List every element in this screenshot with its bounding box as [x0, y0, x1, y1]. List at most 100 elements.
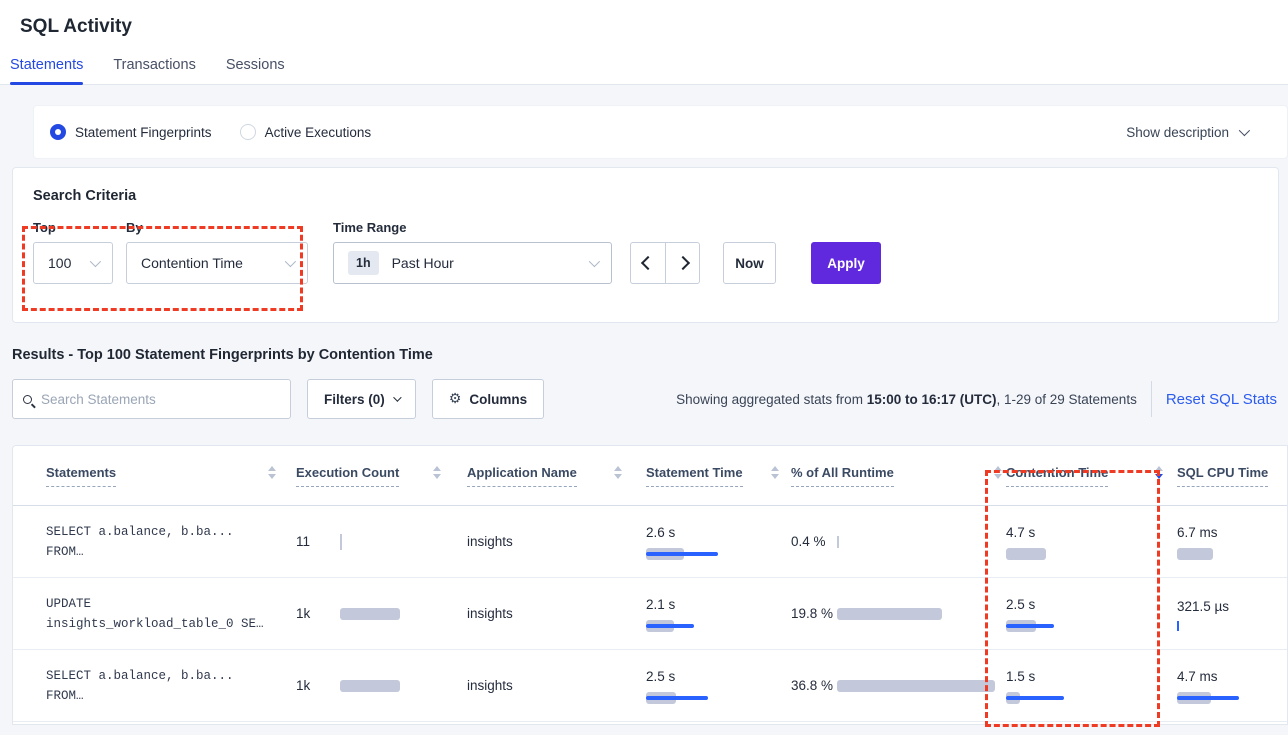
contention-time-cell: 4.7 s — [1006, 524, 1177, 560]
sort-icon — [614, 466, 622, 479]
table-header-row: Statements Execution Count Application N… — [13, 446, 1287, 506]
execution-count-cell: 1k — [296, 677, 467, 694]
gear-icon: ⚙ — [449, 392, 462, 406]
tab-transactions[interactable]: Transactions — [113, 57, 195, 84]
bar — [1177, 692, 1287, 704]
filters-label: Filters (0) — [324, 392, 385, 407]
results-toolbar: Filters (0) ⚙ Columns Showing aggregated… — [12, 379, 1277, 419]
now-button[interactable]: Now — [723, 242, 776, 284]
table-row: UPDATE insights_workload_table_0 SE… 1k … — [13, 578, 1287, 650]
by-select-value: Contention Time — [141, 255, 243, 271]
sql-cpu-time-cell: 6.7 ms — [1177, 524, 1287, 560]
bar — [837, 608, 942, 620]
bar — [646, 548, 779, 560]
filters-button[interactable]: Filters (0) — [307, 379, 416, 419]
apply-button[interactable]: Apply — [811, 242, 881, 284]
columns-button[interactable]: ⚙ Columns — [432, 379, 544, 419]
bar — [1177, 621, 1179, 631]
bar — [340, 608, 400, 620]
top-select-value: 100 — [48, 255, 71, 271]
columns-label: Columns — [469, 392, 527, 407]
application-name-cell: insights — [467, 605, 646, 623]
column-header-application-name[interactable]: Application Name — [467, 446, 646, 505]
contention-time-cell: 1.5 s — [1006, 668, 1177, 704]
sql-cpu-time-cell: 321.5 µs — [1177, 597, 1287, 631]
bar — [1006, 548, 1163, 560]
statement-cell[interactable]: UPDATE insights_workload_table_0 SE… — [13, 594, 296, 634]
chevron-left-icon — [641, 256, 655, 270]
statement-time-cell: 2.1 s — [646, 596, 791, 632]
stats-range: 15:00 to 16:17 (UTC) — [867, 392, 997, 407]
search-criteria-card: Search Criteria Top 100 By Contention Ti… — [12, 167, 1279, 323]
chevron-down-icon — [589, 256, 600, 267]
tab-sessions[interactable]: Sessions — [226, 57, 285, 84]
bar — [1006, 692, 1163, 704]
view-mode-card: Statement Fingerprints Active Executions… — [33, 105, 1288, 159]
bar — [646, 692, 779, 704]
statement-cell[interactable]: SELECT a.balance, b.ba... FROM… — [13, 666, 296, 706]
search-criteria-controls: Top 100 By Contention Time Time Range 1h… — [33, 220, 1258, 284]
bar — [1006, 620, 1163, 632]
sort-icon — [771, 466, 779, 479]
time-next-button[interactable] — [665, 242, 700, 284]
top-label: Top — [33, 220, 113, 236]
chevron-right-icon — [675, 256, 689, 270]
stats-prefix: Showing aggregated stats from — [676, 392, 867, 407]
stats-suffix: , 1-29 of 29 Statements — [996, 392, 1136, 407]
radio-active-executions[interactable]: Active Executions — [240, 124, 372, 140]
table-row: SELECT a.balance, b.ba... FROM… 1k insig… — [13, 650, 1287, 722]
column-header-execution-count[interactable]: Execution Count — [296, 446, 467, 505]
by-select[interactable]: Contention Time — [126, 242, 308, 284]
execution-count-cell: 1k — [296, 605, 467, 622]
statement-time-cell: 2.5 s — [646, 668, 791, 704]
bar — [340, 680, 400, 692]
column-header-statements[interactable]: Statements — [13, 446, 296, 505]
search-criteria-heading: Search Criteria — [33, 188, 1258, 204]
sort-icon — [433, 466, 441, 479]
results-heading: Results - Top 100 Statement Fingerprints… — [12, 347, 1288, 363]
radio-unselected-icon — [240, 124, 256, 140]
application-name-cell: insights — [467, 533, 646, 551]
time-range-label: Time Range — [333, 220, 612, 236]
search-input[interactable] — [41, 392, 280, 407]
chevron-down-icon — [285, 256, 296, 267]
time-prev-button[interactable] — [630, 242, 665, 284]
column-header-sql-cpu-time[interactable]: SQL CPU Time — [1177, 446, 1287, 505]
page-header: SQL Activity — [0, 0, 1288, 48]
time-range-select[interactable]: 1h Past Hour — [333, 242, 612, 284]
statement-cell[interactable]: SELECT a.balance, b.ba... FROM… — [13, 522, 296, 562]
radio-label: Statement Fingerprints — [75, 125, 212, 140]
radio-statement-fingerprints[interactable]: Statement Fingerprints — [50, 124, 212, 140]
time-nav-group — [630, 242, 700, 284]
time-range-value: Past Hour — [392, 255, 454, 271]
time-range-field: Time Range 1h Past Hour — [333, 220, 612, 284]
bar — [837, 680, 995, 692]
tab-statements[interactable]: Statements — [10, 57, 83, 84]
search-icon — [23, 395, 32, 404]
statements-table: Statements Execution Count Application N… — [12, 445, 1288, 725]
sort-icon — [268, 466, 276, 479]
by-label: By — [126, 220, 320, 236]
vertical-divider — [1151, 381, 1152, 417]
column-header-contention-time[interactable]: Contention Time — [1006, 446, 1177, 505]
column-header-statement-time[interactable]: Statement Time — [646, 446, 791, 505]
application-name-cell: insights — [467, 677, 646, 695]
sort-desc-icon — [1155, 466, 1163, 479]
pct-runtime-cell: 19.8 % — [791, 604, 1006, 623]
top-select[interactable]: 100 — [33, 242, 113, 284]
radio-label: Active Executions — [265, 125, 372, 140]
time-range-badge: 1h — [348, 251, 379, 275]
top-field: Top 100 — [33, 220, 113, 284]
tab-bar: Statements Transactions Sessions — [0, 48, 1288, 85]
statement-search — [12, 379, 291, 419]
chevron-down-icon — [393, 393, 401, 401]
sql-cpu-time-cell: 4.7 ms — [1177, 668, 1287, 704]
execution-count-cell: 11 — [296, 533, 467, 550]
toolbar-right: Showing aggregated stats from 15:00 to 1… — [676, 381, 1277, 417]
column-header-pct-runtime[interactable]: % of All Runtime — [791, 446, 1006, 505]
radio-selected-icon — [50, 124, 66, 140]
reset-sql-stats-link[interactable]: Reset SQL Stats — [1166, 391, 1277, 408]
bar — [340, 534, 342, 550]
bar — [837, 536, 839, 548]
show-description-toggle[interactable]: Show description — [1126, 125, 1247, 140]
